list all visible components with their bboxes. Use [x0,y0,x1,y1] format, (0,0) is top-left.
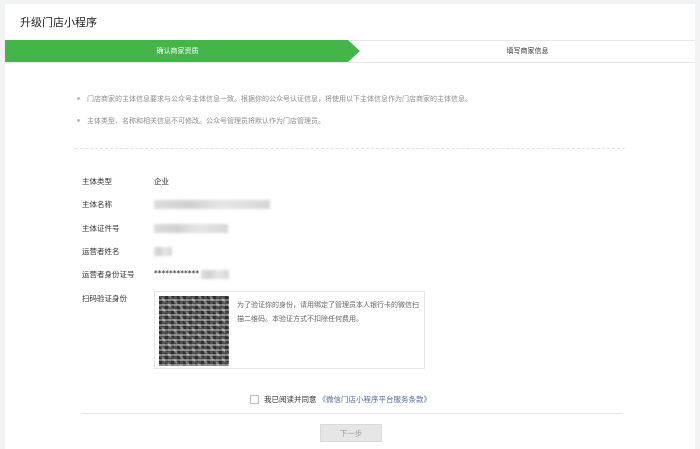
notice-item: 门店商家的主体信息要求与公众号主体信息一致。根据你的公众号认证信息，将使用以下主… [75,94,625,104]
bullet-icon [77,119,80,122]
step-progress: 确认商家资质 填写商家信息 [5,40,695,63]
agreement-text: 我已阅读并同意 [264,395,317,404]
field-value: 企业 [154,177,169,186]
notice-item: 主体类型、名称和相关信息不可修改。公众号管理员将默认作为门店管理员。 [75,116,625,126]
divider [82,413,622,414]
field-label: 主体类型 [82,177,112,186]
field-label: 扫码验证身份 [82,294,127,303]
redacted-value [154,246,172,256]
bullet-icon [77,97,80,100]
page-title: 升级门店小程序 [20,16,97,29]
page-header: 升级门店小程序 [5,4,695,41]
step-label: 填写商家信息 [506,47,549,55]
field-value: ************ [154,269,229,279]
step-confirm-qualification: 确认商家资质 [5,40,360,62]
qr-verify-box: 为了验证你的身份，请用绑定了管理员本人银行卡的微信扫描二维码。本验证方式不扣除任… [154,291,425,369]
step-fill-merchant-info: 填写商家信息 [360,40,695,62]
next-step-button[interactable]: 下一步 [320,424,382,442]
agreement-checkbox[interactable] [250,395,259,404]
qr-description: 为了验证你的身份，请用绑定了管理员本人银行卡的微信扫描二维码。本验证方式不扣除任… [237,301,419,323]
agreement-row: 我已阅读并同意 《微信门店小程序平台服务条款》 [250,394,431,405]
redacted-value [154,223,228,233]
field-label: 主体证件号 [82,224,120,233]
qr-code-image [159,296,229,366]
terms-link[interactable]: 《微信门店小程序平台服务条款》 [319,394,432,405]
redacted-value [154,199,270,209]
divider [75,148,625,149]
field-label: 运营者身份证号 [82,270,135,279]
field-label: 主体名称 [82,200,112,209]
notice-list: 门店商家的主体信息要求与公众号主体信息一致。根据你的公众号认证信息，将使用以下主… [75,94,625,148]
field-label: 运营者姓名 [82,247,120,256]
step-label: 确认商家资质 [156,47,199,55]
